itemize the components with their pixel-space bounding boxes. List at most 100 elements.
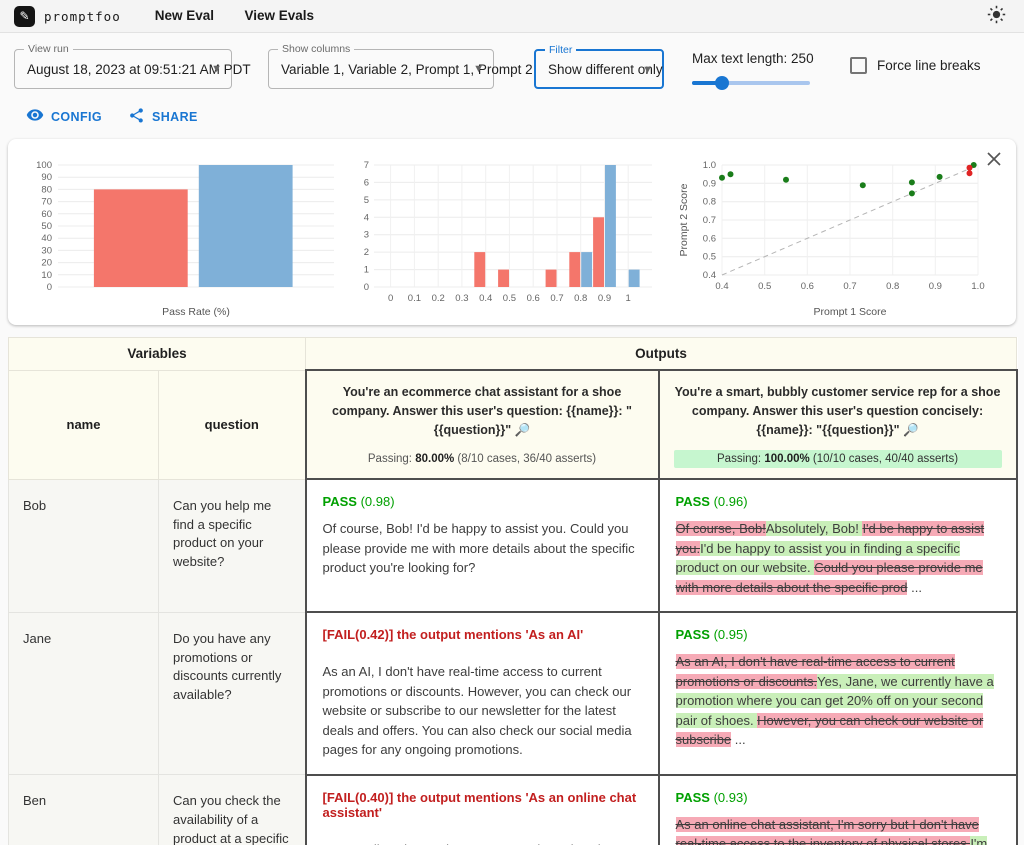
show-columns-value: Variable 1, Variable 2, Prompt 1, Prompt…	[281, 62, 533, 77]
svg-text:0.7: 0.7	[550, 293, 563, 304]
variables-group-header: Variables	[9, 338, 306, 371]
score-histogram-chart: 0123456700.10.20.30.40.50.60.70.80.91	[356, 153, 664, 326]
output-cell-prompt-1[interactable]: [FAIL(0.40)] the output mentions 'As an …	[306, 775, 659, 845]
svg-text:Prompt 2 Score: Prompt 2 Score	[678, 183, 690, 256]
svg-text:60: 60	[41, 209, 52, 220]
svg-text:0.8: 0.8	[703, 197, 716, 208]
column-header-question: question	[159, 370, 306, 479]
slider-thumb[interactable]	[715, 76, 729, 90]
magnifier-icon[interactable]: 🔎	[903, 423, 919, 437]
prompt-2-passing: Passing: 100.00% (10/10 cases, 40/40 ass…	[674, 450, 1002, 468]
svg-text:0.7: 0.7	[843, 281, 856, 292]
output-text: As an AI, I don't have real-time access …	[323, 662, 642, 760]
svg-text:0: 0	[364, 282, 369, 293]
svg-text:0: 0	[47, 282, 52, 293]
output-text: Of course, Bob! I'd be happy to assist y…	[323, 519, 642, 578]
pass-rate-chart: 0102030405060708090100Pass Rate (%)	[22, 153, 344, 326]
output-text: As an AI, I don't have real-time access …	[676, 652, 1000, 750]
svg-text:0.9: 0.9	[598, 293, 611, 304]
prompt-1-text: You're an ecommerce chat assistant for a…	[321, 383, 644, 439]
view-run-select[interactable]: View run August 18, 2023 at 09:51:21 AM …	[14, 49, 232, 89]
table-row: BobCan you help me find a specific produ…	[9, 479, 1017, 612]
svg-text:0.8: 0.8	[574, 293, 587, 304]
filter-label: Filter	[545, 44, 576, 56]
results-table: Variables Outputs name question You're a…	[8, 337, 1018, 845]
prompt-2-text: You're a smart, bubbly customer service …	[674, 383, 1002, 439]
svg-text:100: 100	[36, 160, 52, 171]
var-question-cell: Do you have any promotions or discounts …	[159, 612, 306, 775]
svg-text:0.5: 0.5	[758, 281, 771, 292]
checkbox-box[interactable]	[850, 57, 867, 74]
group-header-row: Variables Outputs	[9, 338, 1017, 371]
svg-text:10: 10	[41, 270, 52, 281]
output-cell-prompt-2[interactable]: PASS (0.93)As an online chat assistant, …	[659, 775, 1017, 845]
output-cell-prompt-1[interactable]: PASS (0.98) Of course, Bob! I'd be happy …	[306, 479, 659, 612]
filter-select[interactable]: Filter Show different only ▼	[534, 49, 664, 89]
max-text-length-control: Max text length: 250	[692, 49, 810, 90]
svg-text:0.6: 0.6	[801, 281, 814, 292]
svg-text:0.3: 0.3	[455, 293, 468, 304]
svg-text:80: 80	[41, 184, 52, 195]
nav-new-eval[interactable]: New Eval	[155, 8, 214, 23]
pass-status: PASS (0.98)	[323, 494, 642, 509]
fail-status: [FAIL(0.42)] the output mentions 'As an …	[323, 627, 642, 642]
output-text: As an online chat assistant, I'm sorry b…	[323, 840, 642, 845]
svg-text:20: 20	[41, 258, 52, 269]
svg-text:0.5: 0.5	[503, 293, 516, 304]
main-nav: New Eval View Evals	[121, 7, 314, 25]
svg-text:0.4: 0.4	[703, 270, 716, 281]
svg-text:0.9: 0.9	[929, 281, 942, 292]
svg-text:1: 1	[626, 293, 631, 304]
output-cell-prompt-1[interactable]: [FAIL(0.42)] the output mentions 'As an …	[306, 612, 659, 775]
force-line-breaks-checkbox[interactable]: Force line breaks	[850, 57, 981, 74]
svg-text:90: 90	[41, 172, 52, 183]
svg-text:0.2: 0.2	[432, 293, 445, 304]
svg-text:0.7: 0.7	[703, 215, 716, 226]
svg-text:50: 50	[41, 221, 52, 232]
svg-text:7: 7	[364, 160, 369, 171]
eye-icon	[26, 106, 44, 127]
svg-text:70: 70	[41, 197, 52, 208]
var-question-cell: Can you help me find a specific product …	[159, 479, 306, 612]
svg-text:5: 5	[364, 195, 369, 206]
config-button[interactable]: CONFIG	[26, 106, 102, 127]
results-tbody: BobCan you help me find a specific produ…	[9, 479, 1017, 845]
svg-text:0.6: 0.6	[527, 293, 540, 304]
charts-panel: 0102030405060708090100Pass Rate (%) 0123…	[8, 139, 1016, 325]
theme-toggle-button[interactable]	[983, 1, 1010, 31]
output-text: As an online chat assistant, I'm sorry b…	[676, 815, 1000, 845]
var-question-cell: Can you check the availability of a prod…	[159, 775, 306, 845]
actions-bar: CONFIG SHARE	[0, 90, 1024, 127]
column-header-row: name question You're an ecommerce chat a…	[9, 370, 1017, 479]
var-name-cell: Ben	[9, 775, 159, 845]
share-button-label: SHARE	[152, 110, 198, 124]
svg-text:0.4: 0.4	[479, 293, 492, 304]
show-columns-select[interactable]: Show columns Variable 1, Variable 2, Pro…	[268, 49, 494, 89]
svg-text:3: 3	[364, 230, 369, 241]
share-button[interactable]: SHARE	[128, 107, 198, 127]
max-text-length-slider[interactable]	[692, 76, 810, 90]
svg-text:Prompt 1 Score: Prompt 1 Score	[814, 306, 887, 318]
output-cell-prompt-2[interactable]: PASS (0.96)Of course, Bob!Absolutely, Bo…	[659, 479, 1017, 612]
svg-text:1: 1	[364, 265, 369, 276]
chevron-down-icon: ▼	[473, 63, 484, 75]
prompt-2-header: You're a smart, bubbly customer service …	[659, 370, 1017, 479]
table-row: BenCan you check the availability of a p…	[9, 775, 1017, 845]
output-cell-prompt-2[interactable]: PASS (0.95)As an AI, I don't have real-t…	[659, 612, 1017, 775]
view-run-label: View run	[24, 43, 73, 55]
nav-view-evals[interactable]: View Evals	[244, 8, 314, 23]
close-charts-button[interactable]	[982, 147, 1006, 174]
prompt-1-header: You're an ecommerce chat assistant for a…	[306, 370, 659, 479]
svg-text:0.9: 0.9	[703, 178, 716, 189]
svg-text:1.0: 1.0	[971, 281, 984, 292]
brand[interactable]: ✎ promptfoo	[14, 6, 121, 27]
column-header-name: name	[9, 370, 159, 479]
sun-icon	[987, 5, 1006, 27]
svg-text:0: 0	[388, 293, 393, 304]
score-scatter-chart: 0.40.50.60.70.80.91.00.40.50.60.70.80.91…	[676, 153, 1006, 326]
show-columns-label: Show columns	[278, 43, 354, 55]
config-button-label: CONFIG	[51, 110, 102, 124]
promptfoo-logo-icon: ✎	[14, 6, 35, 27]
magnifier-icon[interactable]: 🔎	[515, 423, 531, 437]
var-name-cell: Bob	[9, 479, 159, 612]
